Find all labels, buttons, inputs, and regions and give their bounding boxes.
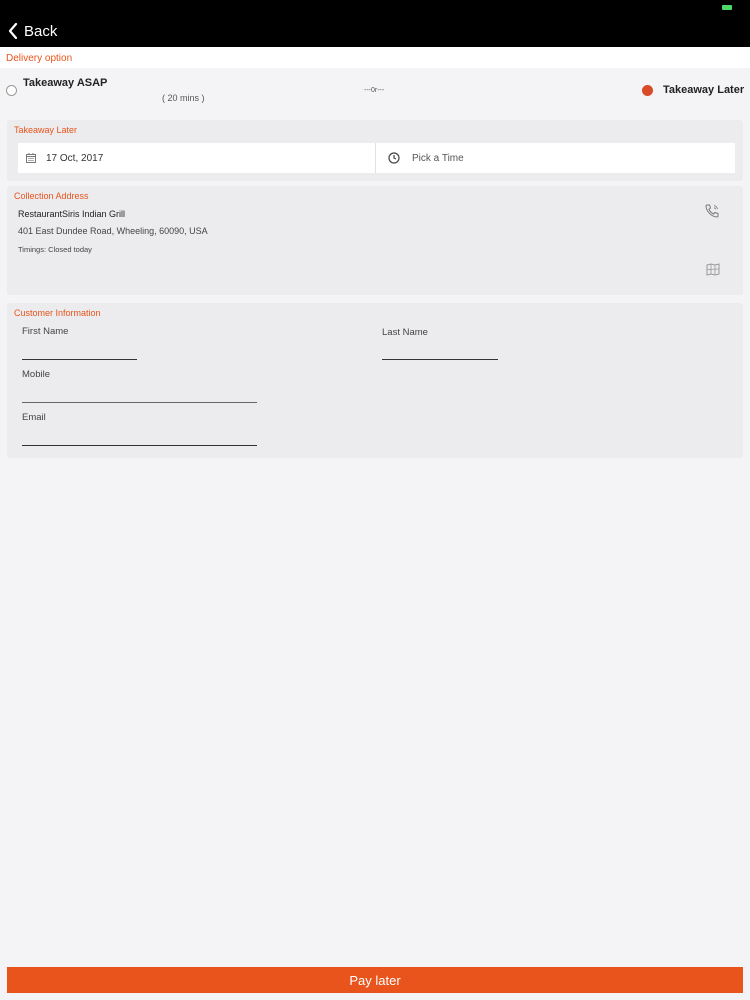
last-name-input[interactable] — [382, 344, 498, 360]
datetime-picker: 17 Oct, 2017 Pick a Time — [18, 143, 735, 173]
time-picker[interactable]: Pick a Time — [376, 143, 735, 173]
first-name-label: First Name — [22, 326, 69, 337]
phone-icon[interactable] — [704, 203, 720, 219]
takeaway-later-radio[interactable] — [642, 85, 653, 96]
delivery-option-label: Delivery option — [6, 53, 73, 64]
back-button[interactable]: Back — [8, 20, 57, 42]
email-label: Email — [22, 412, 46, 423]
takeaway-asap-radio[interactable] — [6, 85, 17, 96]
mobile-label: Mobile — [22, 369, 50, 380]
takeaway-later-title: Takeaway Later — [14, 125, 78, 135]
takeaway-asap-label[interactable]: Takeaway ASAP — [23, 77, 107, 89]
date-value: 17 Oct, 2017 — [46, 152, 104, 164]
last-name-label: Last Name — [382, 327, 428, 338]
collection-address-card: Collection Address RestaurantSiris India… — [7, 186, 743, 295]
restaurant-address: 401 East Dundee Road, Wheeling, 60090, U… — [18, 226, 208, 236]
collection-address-title: Collection Address — [14, 191, 89, 201]
chevron-left-icon — [8, 23, 18, 39]
top-bar: Back — [0, 0, 750, 47]
delivery-option-row: Takeaway ASAP ( 20 mins ) ---0r--- Takea… — [0, 68, 750, 115]
delivery-section-header: Delivery option — [0, 47, 750, 68]
customer-info-title: Customer Information — [14, 308, 101, 318]
clock-icon — [388, 152, 400, 164]
email-input[interactable] — [22, 430, 257, 446]
date-picker[interactable]: 17 Oct, 2017 — [18, 143, 376, 173]
time-placeholder: Pick a Time — [412, 152, 464, 164]
first-name-input[interactable] — [22, 344, 137, 360]
customer-info-card: Customer Information First Name Last Nam… — [7, 303, 743, 458]
or-divider: ---0r--- — [364, 87, 385, 94]
restaurant-timings: Timings: Closed today — [18, 245, 92, 254]
map-icon[interactable] — [706, 263, 720, 276]
back-label: Back — [24, 22, 58, 40]
restaurant-name: RestaurantSiris Indian Grill — [18, 209, 126, 219]
calendar-icon — [26, 153, 36, 163]
takeaway-later-label[interactable]: Takeaway Later — [663, 84, 744, 96]
takeaway-later-card: Takeaway Later 17 Oct, 2017 Pick a Time — [7, 120, 743, 181]
asap-time-estimate: ( 20 mins ) — [162, 93, 205, 103]
battery-icon — [722, 5, 732, 10]
mobile-input[interactable] — [22, 387, 257, 403]
pay-later-button[interactable]: Pay later — [7, 967, 743, 993]
